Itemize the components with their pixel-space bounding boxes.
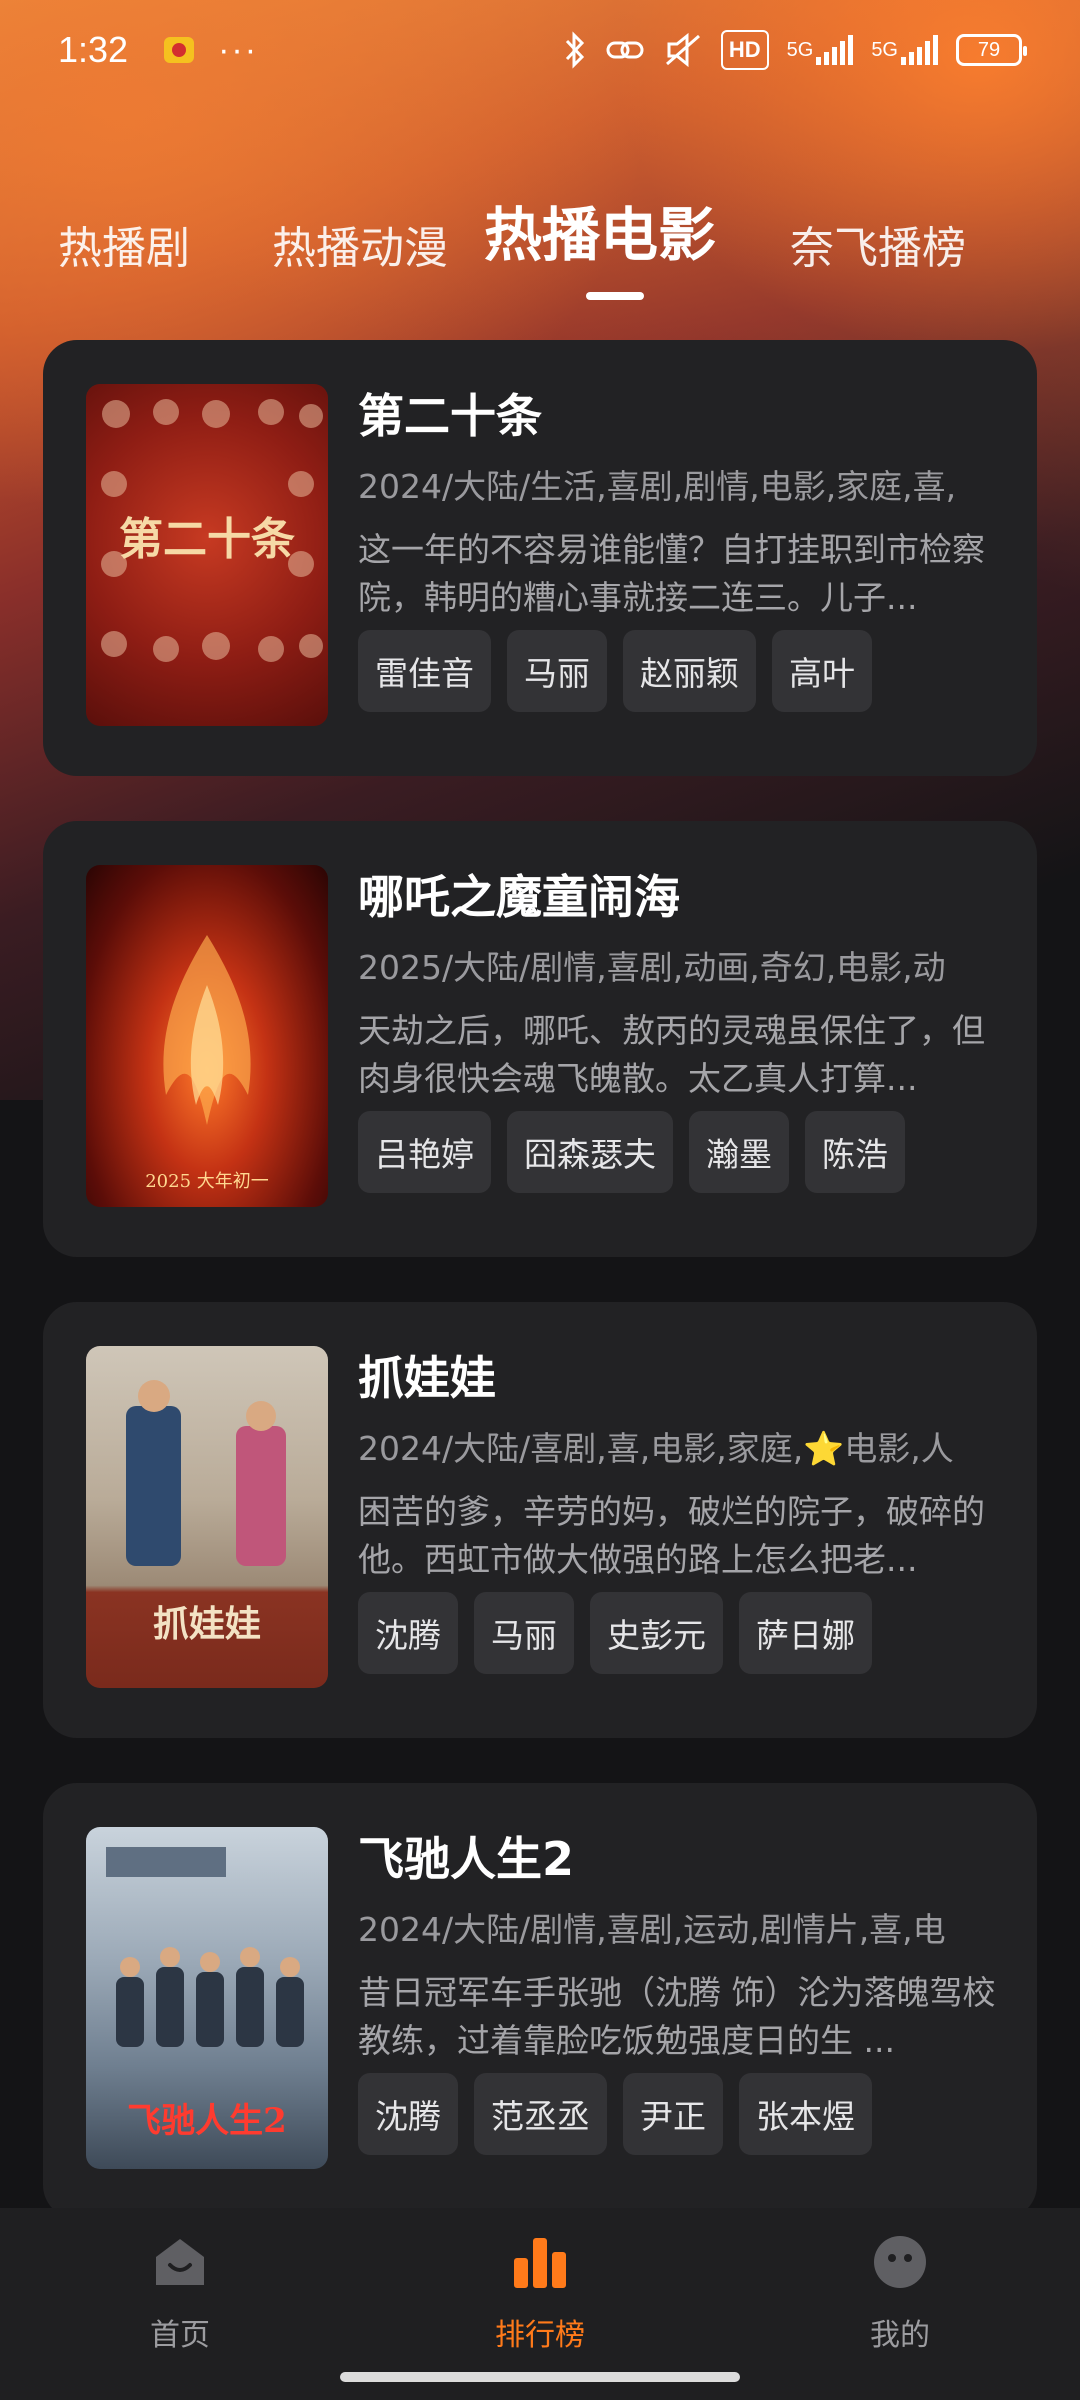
cast-tag[interactable]: 马丽: [507, 630, 607, 712]
movie-meta: 2024/大陆/生活,喜剧,剧情,电影,家庭,喜,: [358, 467, 957, 506]
movie-poster[interactable]: 抓娃娃: [86, 1346, 328, 1688]
movie-poster[interactable]: 飞驰人生2: [86, 1827, 328, 2169]
more-notifications-icon: ···: [218, 30, 259, 69]
movie-card[interactable]: 第二十条 第二十条 2024/大陆/生活,喜剧,剧情,电影,家庭,喜, 这一年的…: [43, 340, 1037, 776]
movie-card[interactable]: 飞驰人生2 飞驰人生2 2024/大陆/剧情,喜剧,运动,剧情片,喜,电 昔日冠…: [43, 1783, 1037, 2219]
cast-tags: 沈腾 马丽 史彭元 萨日娜: [358, 1592, 872, 1674]
cast-tag[interactable]: 陈浩: [805, 1111, 905, 1193]
cast-tags: 沈腾 范丞丞 尹正 张本煜: [358, 2073, 872, 2155]
nav-ranking[interactable]: 排行榜: [440, 2232, 640, 2354]
cast-tags: 吕艳婷 囧森瑟夫 瀚墨 陈浩: [358, 1111, 905, 1193]
nav-label: 首页: [150, 2318, 210, 2353]
cast-tag[interactable]: 吕艳婷: [358, 1111, 491, 1193]
movie-title[interactable]: 第二十条: [358, 380, 542, 446]
profile-icon: [870, 2232, 930, 2292]
nav-profile[interactable]: 我的: [800, 2232, 1000, 2354]
cast-tag[interactable]: 范丞丞: [474, 2073, 607, 2155]
home-icon: [150, 2232, 210, 2292]
movie-title[interactable]: 哪吒之魔童闹海: [358, 861, 680, 927]
movie-description: 困苦的爹，辛劳的妈，破烂的院子，破碎的他。西虹市做大做强的路上怎么把老...: [358, 1492, 985, 1579]
movie-description: 昔日冠军车手张驰（沈腾 饰）沦为落魄驾校教练，过着靠脸吃饭勉强度日的生 ...: [358, 1973, 996, 2060]
battery-icon: 79: [956, 34, 1027, 66]
cast-tag[interactable]: 高叶: [772, 630, 872, 712]
movie-meta: 2025/大陆/剧情,喜剧,动画,奇幻,电影,动: [358, 948, 946, 987]
movie-description: 这一年的不容易谁能懂？自打挂职到市检察院，韩明的糟心事就接二连三。儿子...: [358, 530, 985, 617]
cast-tags: 雷佳音 马丽 赵丽颖 高叶: [358, 630, 872, 712]
ranking-icon: [510, 2232, 570, 2292]
cast-tag[interactable]: 瀚墨: [689, 1111, 789, 1193]
tab-netflix-ranking[interactable]: 奈飞播榜: [790, 212, 966, 276]
cast-tag[interactable]: 雷佳音: [358, 630, 491, 712]
cast-tag[interactable]: 囧森瑟夫: [507, 1111, 673, 1193]
movie-poster[interactable]: 第二十条: [86, 384, 328, 726]
cast-tag[interactable]: 沈腾: [358, 1592, 458, 1674]
cast-tag[interactable]: 史彭元: [590, 1592, 723, 1674]
link-icon: [605, 30, 645, 70]
bluetooth-icon: [563, 30, 587, 70]
tab-hot-movies[interactable]: 热播电影: [484, 188, 716, 272]
movie-title[interactable]: 抓娃娃: [358, 1342, 496, 1408]
weibo-notification-icon: [164, 37, 195, 63]
movie-title[interactable]: 飞驰人生2: [358, 1823, 574, 1889]
poster-title-art: 飞驰人生2: [127, 2101, 287, 2141]
cast-tag[interactable]: 马丽: [474, 1592, 574, 1674]
active-tab-indicator: [586, 292, 644, 300]
category-tabs: 热播剧 热播动漫 热播电影 奈飞播榜: [0, 190, 1080, 300]
poster-caption: 2025 大年初一: [145, 1171, 269, 1192]
cast-tag[interactable]: 萨日娜: [739, 1592, 872, 1674]
cast-tag[interactable]: 沈腾: [358, 2073, 458, 2155]
movie-card[interactable]: 2025 大年初一 哪吒之魔童闹海 2025/大陆/剧情,喜剧,动画,奇幻,电影…: [43, 821, 1037, 1257]
nav-label: 排行榜: [495, 2318, 585, 2353]
poster-title-art: 第二十条: [119, 514, 295, 565]
status-bar: 1:32 ··· HD 5G 5G 79: [0, 0, 1080, 100]
signal-5g-icon-2: 5G: [871, 30, 938, 70]
network-type-label: 5G: [786, 38, 814, 61]
cast-tag[interactable]: 尹正: [623, 2073, 723, 2155]
gesture-home-bar[interactable]: [340, 2372, 740, 2382]
hd-badge: HD: [720, 30, 769, 70]
movie-meta: 2024/大陆/剧情,喜剧,运动,剧情片,喜,电: [358, 1910, 946, 1949]
movie-card[interactable]: 抓娃娃 抓娃娃 2024/大陆/喜剧,喜,电影,家庭,⭐电影,人 困苦的爹，辛劳…: [43, 1302, 1037, 1738]
nav-label: 我的: [870, 2318, 930, 2353]
movie-meta: 2024/大陆/喜剧,喜,电影,家庭,⭐电影,人: [358, 1429, 954, 1468]
nav-home[interactable]: 首页: [80, 2232, 280, 2354]
tab-hot-series[interactable]: 热播剧: [58, 212, 190, 276]
movie-poster[interactable]: 2025 大年初一: [86, 865, 328, 1207]
cast-tag[interactable]: 赵丽颖: [623, 630, 756, 712]
poster-title-art: 抓娃娃: [153, 1603, 261, 1645]
status-time: 1:32: [58, 29, 129, 70]
network-type-label-2: 5G: [871, 38, 898, 61]
signal-5g-icon: 5G: [787, 30, 854, 70]
movie-description: 天劫之后，哪吒、敖丙的灵魂虽保住了，但肉身很快会魂飞魄散。太乙真人打算...: [358, 1011, 985, 1098]
cast-tag[interactable]: 张本煜: [739, 2073, 872, 2155]
tab-hot-anime[interactable]: 热播动漫: [272, 212, 448, 276]
mute-icon: [663, 30, 703, 70]
battery-level: 79: [977, 38, 1001, 61]
